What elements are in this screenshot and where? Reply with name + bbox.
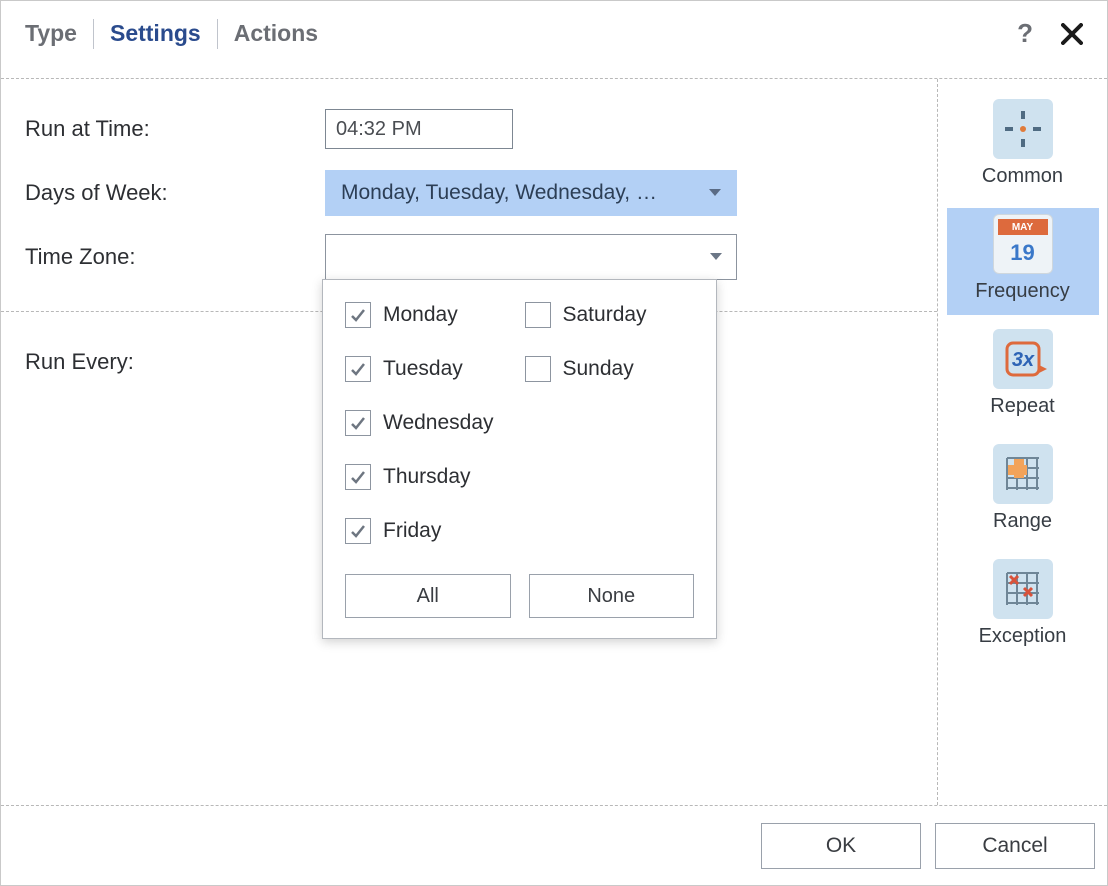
cancel-button[interactable]: Cancel bbox=[935, 823, 1095, 869]
checkbox-thursday[interactable]: Thursday bbox=[345, 464, 515, 490]
popup-buttons: All None bbox=[345, 574, 694, 618]
row-run-time: Run at Time: bbox=[25, 97, 913, 161]
row-days-of-week: Days of Week: Monday, Tuesday, Wednesday… bbox=[25, 161, 913, 225]
label-days-of-week: Days of Week: bbox=[25, 180, 325, 206]
checkbox-box bbox=[345, 518, 371, 544]
header-tabs: Type Settings Actions bbox=[25, 19, 334, 49]
checkbox-label: Thursday bbox=[383, 465, 471, 489]
checkbox-label: Wednesday bbox=[383, 411, 494, 435]
popup-col-left: Monday Tuesday Wednesday Thursday bbox=[345, 302, 515, 544]
all-button[interactable]: All bbox=[345, 574, 511, 618]
help-button[interactable]: ? bbox=[1017, 18, 1033, 49]
sidebar-item-label: Frequency bbox=[975, 280, 1070, 302]
scheduler-dialog: Type Settings Actions ? Run at Time: Da bbox=[0, 0, 1108, 886]
tab-type[interactable]: Type bbox=[25, 20, 93, 47]
caret-down-icon bbox=[709, 189, 721, 197]
checkbox-box bbox=[345, 356, 371, 382]
svg-text:3x: 3x bbox=[1011, 349, 1034, 371]
checkbox-box bbox=[345, 302, 371, 328]
right-sidebar: Common MAY 19 Frequency 3x Repeat bbox=[937, 79, 1107, 805]
repeat-icon: 3x bbox=[993, 329, 1053, 389]
days-of-week-dropdown[interactable]: Monday, Tuesday, Wednesday, … bbox=[325, 170, 737, 216]
checkbox-box bbox=[525, 356, 551, 382]
sidebar-item-label: Repeat bbox=[990, 395, 1055, 417]
exception-icon bbox=[993, 559, 1053, 619]
sidebar-item-range[interactable]: Range bbox=[947, 438, 1099, 545]
dialog-footer: OK Cancel bbox=[1, 805, 1107, 885]
sidebar-item-label: Range bbox=[993, 510, 1052, 532]
popup-columns: Monday Tuesday Wednesday Thursday bbox=[345, 302, 694, 544]
label-time-zone: Time Zone: bbox=[25, 244, 325, 270]
checkbox-label: Friday bbox=[383, 519, 441, 543]
checkbox-box bbox=[345, 464, 371, 490]
main-panel: Run at Time: Days of Week: Monday, Tuesd… bbox=[1, 79, 937, 805]
checkbox-monday[interactable]: Monday bbox=[345, 302, 515, 328]
calendar-month: MAY bbox=[998, 219, 1048, 235]
sidebar-item-repeat[interactable]: 3x Repeat bbox=[947, 323, 1099, 430]
run-time-input[interactable] bbox=[325, 109, 513, 149]
sidebar-item-exception[interactable]: Exception bbox=[947, 553, 1099, 660]
checkbox-saturday[interactable]: Saturday bbox=[525, 302, 695, 328]
header-actions: ? bbox=[1017, 18, 1083, 49]
checkbox-friday[interactable]: Friday bbox=[345, 518, 515, 544]
checkbox-tuesday[interactable]: Tuesday bbox=[345, 356, 515, 382]
close-icon bbox=[1061, 23, 1083, 45]
label-run-every: Run Every: bbox=[25, 349, 325, 375]
none-button[interactable]: None bbox=[529, 574, 695, 618]
checkbox-box bbox=[345, 410, 371, 436]
sidebar-item-label: Common bbox=[982, 165, 1063, 187]
dialog-body: Run at Time: Days of Week: Monday, Tuesd… bbox=[1, 79, 1107, 805]
checkbox-label: Tuesday bbox=[383, 357, 463, 381]
dialog-header: Type Settings Actions ? bbox=[1, 1, 1107, 79]
checkbox-box bbox=[525, 302, 551, 328]
tab-settings[interactable]: Settings bbox=[94, 20, 217, 47]
clock-icon bbox=[993, 99, 1053, 159]
close-button[interactable] bbox=[1061, 23, 1083, 45]
sidebar-item-common[interactable]: Common bbox=[947, 93, 1099, 200]
sidebar-item-frequency[interactable]: MAY 19 Frequency bbox=[947, 208, 1099, 315]
label-run-time: Run at Time: bbox=[25, 116, 325, 142]
checkbox-label: Sunday bbox=[563, 357, 634, 381]
time-zone-dropdown[interactable] bbox=[325, 234, 737, 280]
days-of-week-value: Monday, Tuesday, Wednesday, … bbox=[341, 181, 657, 205]
checkbox-wednesday[interactable]: Wednesday bbox=[345, 410, 515, 436]
calendar-icon: MAY 19 bbox=[993, 214, 1053, 274]
popup-col-right: Saturday Sunday bbox=[525, 302, 695, 544]
calendar-day: 19 bbox=[994, 237, 1052, 269]
checkbox-sunday[interactable]: Sunday bbox=[525, 356, 695, 382]
checkbox-label: Saturday bbox=[563, 303, 647, 327]
checkbox-label: Monday bbox=[383, 303, 458, 327]
caret-down-icon bbox=[710, 253, 722, 261]
days-of-week-popup: Monday Tuesday Wednesday Thursday bbox=[322, 279, 717, 639]
tab-actions[interactable]: Actions bbox=[218, 20, 334, 47]
sidebar-item-label: Exception bbox=[979, 625, 1067, 647]
range-icon bbox=[993, 444, 1053, 504]
ok-button[interactable]: OK bbox=[761, 823, 921, 869]
